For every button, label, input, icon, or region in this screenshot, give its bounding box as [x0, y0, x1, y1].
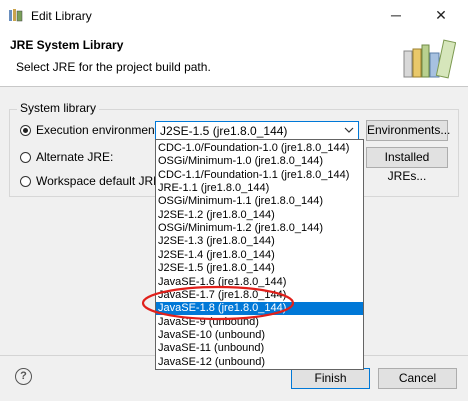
- dropdown-option[interactable]: OSGi/Minimum-1.0 (jre1.8.0_144): [156, 155, 363, 168]
- dropdown-option[interactable]: JavaSE-10 (unbound): [156, 329, 363, 342]
- dropdown-option[interactable]: JavaSE-12 (unbound): [156, 356, 363, 369]
- radio-unselected-icon: [20, 175, 31, 187]
- execution-environment-label: Execution environment:: [36, 123, 162, 137]
- dropdown-option[interactable]: J2SE-1.3 (jre1.8.0_144): [156, 235, 363, 248]
- page-subtitle: Select JRE for the project build path.: [16, 60, 211, 74]
- execution-environment-combo[interactable]: J2SE-1.5 (jre1.8.0_144): [155, 121, 359, 140]
- dropdown-option[interactable]: OSGi/Minimum-1.2 (jre1.8.0_144): [156, 222, 363, 235]
- dropdown-option[interactable]: CDC-1.0/Foundation-1.0 (jre1.8.0_144): [156, 142, 363, 155]
- books-icon: [403, 39, 456, 79]
- environments-button[interactable]: Environments...: [366, 120, 450, 141]
- alternate-jre-radio[interactable]: Alternate JRE:: [20, 148, 113, 166]
- cancel-button[interactable]: Cancel: [378, 368, 457, 389]
- minimize-button[interactable]: ─: [382, 5, 410, 25]
- finish-button[interactable]: Finish: [291, 368, 370, 389]
- annotation-circle: [141, 285, 295, 321]
- radio-selected-icon: [20, 124, 31, 136]
- dropdown-option[interactable]: JavaSE-11 (unbound): [156, 342, 363, 355]
- dropdown-option[interactable]: CDC-1.1/Foundation-1.1 (jre1.8.0_144): [156, 169, 363, 182]
- installed-jres-button[interactable]: Installed JREs...: [366, 147, 448, 183]
- environment-dropdown-list[interactable]: CDC-1.0/Foundation-1.0 (jre1.8.0_144) OSG…: [155, 139, 364, 370]
- radio-unselected-icon: [20, 151, 31, 163]
- dropdown-option[interactable]: OSGi/Minimum-1.1 (jre1.8.0_144): [156, 195, 363, 208]
- dropdown-option[interactable]: J2SE-1.2 (jre1.8.0_144): [156, 209, 363, 222]
- header-separator: [0, 86, 468, 87]
- group-label: System library: [17, 101, 100, 115]
- execution-environment-radio[interactable]: Execution environment:: [20, 121, 161, 139]
- dropdown-option[interactable]: J2SE-1.4 (jre1.8.0_144): [156, 249, 363, 262]
- library-icon: [9, 9, 23, 22]
- title-bar: Edit Library ─ ✕: [0, 0, 468, 31]
- help-icon[interactable]: ?: [15, 368, 32, 385]
- dropdown-option[interactable]: JRE-1.1 (jre1.8.0_144): [156, 182, 363, 195]
- dialog-header: JRE System Library Select JRE for the pr…: [0, 31, 468, 86]
- combo-value: J2SE-1.5 (jre1.8.0_144): [160, 124, 288, 138]
- dropdown-option[interactable]: J2SE-1.5 (jre1.8.0_144): [156, 262, 363, 275]
- close-button[interactable]: ✕: [427, 5, 455, 25]
- alternate-jre-label: Alternate JRE:: [36, 150, 114, 164]
- page-title: JRE System Library: [10, 38, 124, 52]
- chevron-down-icon: [344, 127, 354, 133]
- window-title: Edit Library: [31, 9, 92, 23]
